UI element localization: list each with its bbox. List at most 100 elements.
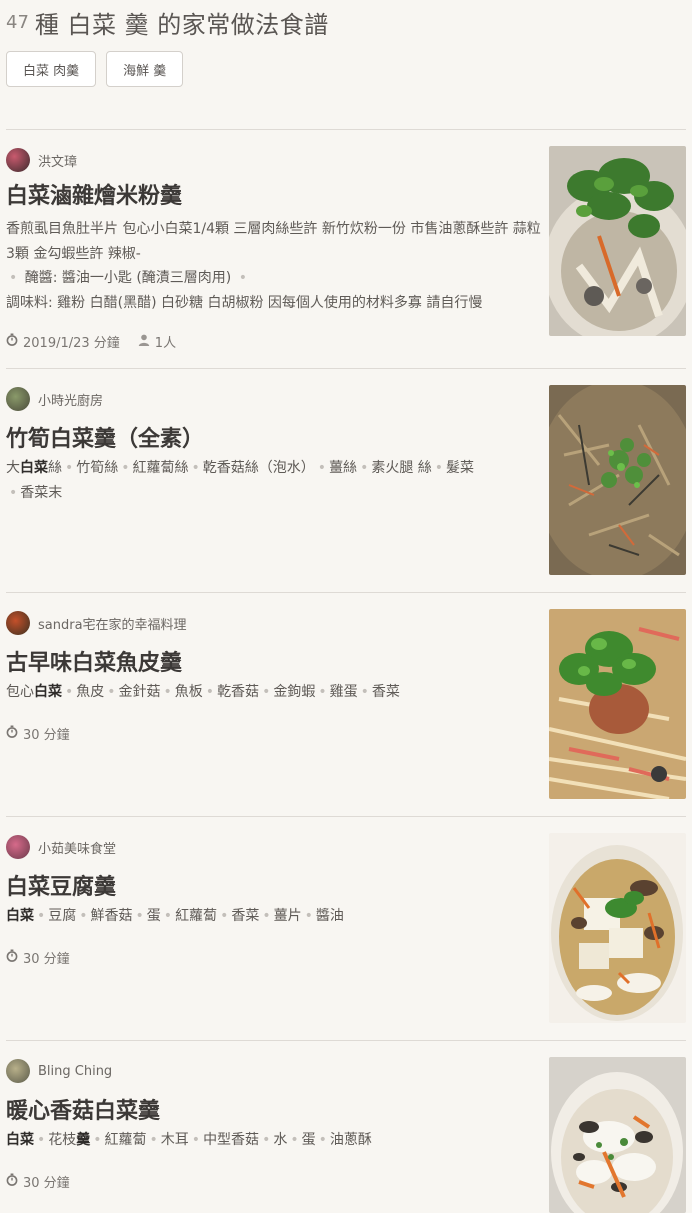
- bullet-dot: •: [317, 460, 327, 476]
- page-title: 種 白菜 羹 的家常做法食譜: [34, 10, 329, 39]
- bullet-dot: •: [262, 1132, 271, 1148]
- bullet-dot: •: [360, 684, 369, 700]
- bullet-dot: •: [220, 908, 229, 924]
- ingredient-list: 大白菜絲 • 竹筍絲 • 紅蘿蔔絲 • 乾香菇絲（泡水） • 薑絲 • 素火腿 絲 • 髮菜 • 香菜末: [6, 456, 542, 505]
- stopwatch-icon: [6, 1173, 18, 1190]
- chip-haixian-geng[interactable]: 海鮮 羹: [106, 51, 184, 87]
- recipe-meta: 30 分鐘: [6, 948, 70, 967]
- recipe-meta: 2019/1/23 分鐘 1人: [6, 332, 176, 351]
- ingredient-item: 香菜: [371, 684, 400, 700]
- cook-time: 30 分鐘: [23, 728, 70, 743]
- bullet-dot: •: [163, 908, 173, 924]
- author-name[interactable]: 小茹美味食堂: [38, 838, 116, 857]
- bullet-dot: •: [304, 908, 313, 924]
- recipe-meta: 30 分鐘: [6, 1172, 70, 1191]
- bullet-dot: •: [318, 684, 327, 700]
- bullet-dot: •: [191, 460, 200, 476]
- ingredient-list: 白菜 • 豆腐 • 鮮香菇 • 蛋 • 紅蘿蔔 • 香菜 • 薑片 • 醬油: [6, 904, 542, 929]
- author-name[interactable]: Bling Ching: [38, 1064, 112, 1079]
- avatar: [6, 1059, 30, 1083]
- ingredient-text: 香煎虱目魚肚半片 包心小白菜1/4顆 三層肉絲些許 新竹炊粉一份 市售油蔥酥些許…: [6, 221, 541, 262]
- ingredient-item: 竹筍絲: [76, 460, 119, 476]
- ingredient-item: 油蔥酥: [329, 1132, 372, 1148]
- ingredient-item: 白菜: [6, 908, 34, 924]
- bullet-dot: •: [65, 460, 74, 476]
- author[interactable]: 洪文璋: [6, 148, 77, 172]
- recipe-card[interactable]: 小茹美味食堂 白菜豆腐羹 白菜 • 豆腐 • 鮮香菇 • 蛋 • 紅蘿蔔 • 香菜 • 薑片 • 醬油 30…: [6, 817, 686, 1041]
- ingredient-item: 鮮香菇: [90, 908, 133, 924]
- author[interactable]: sandra宅在家的幸福料理: [6, 611, 187, 635]
- ingredient-item: 花枝羹: [48, 1132, 91, 1148]
- recipe-photo[interactable]: [549, 146, 686, 336]
- ingredient-line: • 醃醬: 醬油一小匙 (醃漬三層肉用) •: [6, 266, 542, 291]
- ingredient-text: 醃醬: 醬油一小匙 (醃漬三層肉用): [24, 270, 232, 286]
- ingredient-item: 木耳: [160, 1132, 189, 1148]
- bullet-dot: •: [9, 270, 18, 286]
- recipe-photo[interactable]: [549, 1057, 686, 1213]
- ingredient-item: 醬油: [315, 908, 344, 924]
- ingredient-item: 大白菜絲: [6, 460, 62, 476]
- ingredient-line: 調味料: 雞粉 白醋(黑醋) 白砂糖 白胡椒粉 因每個人使用的材料多寡 請自行慢: [6, 291, 542, 316]
- stopwatch-icon: [6, 333, 18, 350]
- recipe-card[interactable]: 小時光廚房 竹筍白菜羹（全素） 大白菜絲 • 竹筍絲 • 紅蘿蔔絲 • 乾香菇絲（泡水） • 薑…: [6, 369, 686, 593]
- avatar: [6, 148, 30, 172]
- recipe-title[interactable]: 暖心香菇白菜羹: [6, 1093, 160, 1125]
- bullet-dot: •: [9, 484, 18, 501]
- bullet-dot: •: [360, 460, 369, 476]
- author-name[interactable]: 小時光廚房: [38, 390, 103, 409]
- ingredient-item: 紅蘿蔔: [104, 1132, 147, 1148]
- bullet-dot: •: [121, 460, 130, 476]
- ingredient-item: 紅蘿蔔絲: [132, 460, 189, 476]
- ingredient-list: 香煎虱目魚肚半片 包心小白菜1/4顆 三層肉絲些許 新竹炊粉一份 市售油蔥酥些許…: [6, 217, 542, 315]
- ingredient-item: 水: [273, 1132, 288, 1148]
- author-name[interactable]: sandra宅在家的幸福料理: [38, 614, 187, 633]
- ingredient-item: 髮菜: [446, 460, 475, 476]
- stopwatch-icon: [6, 949, 18, 966]
- ingredient-item: 薑絲: [329, 460, 358, 476]
- recipe-card[interactable]: 洪文璋 白菜滷雜燴米粉羹 香煎虱目魚肚半片 包心小白菜1/4顆 三層肉絲些許 新…: [6, 130, 686, 369]
- bullet-dot: •: [65, 684, 74, 700]
- bullet-dot: •: [135, 908, 144, 924]
- chip-baicai-rougeng[interactable]: 白菜 肉羹: [6, 51, 97, 87]
- bullet-dot: •: [262, 684, 271, 700]
- ingredient-highlight: 白菜: [20, 460, 48, 476]
- results-title-row: 47 種 白菜 羹 的家常做法食譜: [6, 4, 686, 40]
- recipe-title[interactable]: 白菜豆腐羹: [6, 869, 116, 901]
- ingredient-item: 雞蛋: [329, 684, 358, 700]
- recipe-servings: 1人: [154, 336, 177, 351]
- recipe-meta: 30 分鐘: [6, 724, 70, 743]
- ingredient-item: 魚皮: [76, 684, 105, 700]
- recipe-photo[interactable]: [549, 833, 686, 1023]
- ingredient-line: 香煎虱目魚肚半片 包心小白菜1/4顆 三層肉絲些許 新竹炊粉一份 市售油蔥酥些許…: [6, 217, 542, 266]
- recipe-title[interactable]: 古早味白菜魚皮羹: [6, 645, 182, 677]
- bullet-dot: •: [163, 684, 172, 700]
- ingredient-highlight: 白菜: [34, 684, 62, 700]
- ingredient-item: 乾香菇: [217, 684, 260, 700]
- recipe-card[interactable]: sandra宅在家的幸福料理 古早味白菜魚皮羹 包心白菜 • 魚皮 • 金針菇 • 魚板 • 乾…: [6, 593, 686, 817]
- author[interactable]: 小時光廚房: [6, 387, 103, 411]
- ingredient-item: 紅蘿蔔: [175, 908, 218, 924]
- recipe-card[interactable]: Bling Ching 暖心香菇白菜羹 白菜 • 花枝羹 • 紅蘿蔔 • 木耳 • 中型香菇 • 水…: [6, 1041, 686, 1213]
- recipe-title[interactable]: 白菜滷雜燴米粉羹: [6, 178, 182, 210]
- ingredient-item: 魚板: [174, 684, 203, 700]
- author-name[interactable]: 洪文璋: [38, 151, 77, 170]
- avatar: [6, 387, 30, 411]
- search-results-page: 47 種 白菜 羹 的家常做法食譜 白菜 肉羹 海鮮 羹 洪文璋 白菜滷雜燴米粉…: [0, 0, 692, 1213]
- author[interactable]: 小茹美味食堂: [6, 835, 116, 859]
- ingredient-item: 素火腿 絲: [371, 460, 432, 476]
- avatar: [6, 835, 30, 859]
- avatar: [6, 611, 30, 635]
- recipe-photo[interactable]: [549, 609, 686, 799]
- ingredient-item: 豆腐: [48, 908, 77, 924]
- bullet-dot: •: [37, 908, 46, 924]
- bullet-dot: •: [434, 460, 444, 476]
- author[interactable]: Bling Ching: [6, 1059, 112, 1083]
- ingredient-item: 白菜: [6, 1132, 34, 1148]
- recipe-title[interactable]: 竹筍白菜羹（全素）: [6, 421, 204, 453]
- ingredient-list: 包心白菜 • 魚皮 • 金針菇 • 魚板 • 乾香菇 • 金鉤蝦 • 雞蛋 • 香菜: [6, 680, 542, 705]
- ingredient-item: 包心白菜: [6, 684, 62, 700]
- ingredient-item: 金針菇: [118, 684, 161, 700]
- recipe-photo[interactable]: [549, 385, 686, 575]
- ingredient-item: 薑片: [273, 908, 302, 924]
- bullet-dot: •: [79, 908, 88, 924]
